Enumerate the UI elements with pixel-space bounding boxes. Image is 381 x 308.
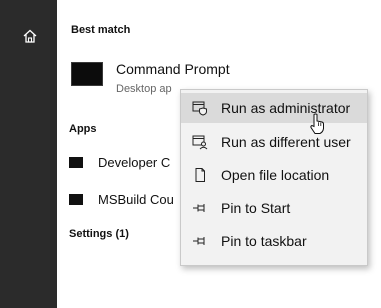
menu-item-label: Run as administrator — [221, 100, 351, 116]
app-result-label: MSBuild Cou — [98, 192, 174, 207]
terminal-icon — [69, 194, 83, 205]
pin-icon — [193, 204, 205, 212]
menu-item-run-as-administrator[interactable]: Run as administrator — [181, 93, 367, 123]
best-match-app-name: Command Prompt — [116, 61, 230, 77]
command-prompt-icon — [71, 62, 103, 86]
menu-item-label: Open file location — [221, 167, 330, 183]
best-match-heading: Best match — [71, 24, 131, 36]
menu-item-pin-to-start[interactable]: Pin to Start — [181, 193, 367, 223]
app-result-label: Developer C — [98, 155, 171, 170]
menu-item-label: Pin to Start — [221, 200, 291, 216]
best-match-app-type: Desktop ap — [116, 83, 172, 95]
terminal-icon — [69, 157, 83, 168]
menu-item-label: Pin to taskbar — [221, 233, 307, 249]
start-rail — [0, 0, 57, 308]
user-window-icon — [192, 135, 208, 150]
menu-item-run-as-different-user[interactable]: Run as different user — [181, 127, 367, 157]
settings-heading[interactable]: Settings (1) — [69, 228, 129, 240]
shield-window-icon — [192, 101, 207, 116]
file-icon — [195, 168, 205, 182]
menu-item-open-file-location[interactable]: Open file location — [181, 160, 367, 190]
mouse-cursor-icon — [310, 113, 324, 134]
context-menu: Run as administrator Run as different us… — [180, 89, 368, 266]
menu-item-label: Run as different user — [221, 134, 351, 150]
menu-item-pin-to-taskbar[interactable]: Pin to taskbar — [181, 226, 367, 256]
home-icon[interactable] — [22, 28, 38, 44]
pin-icon — [193, 237, 205, 245]
apps-heading: Apps — [69, 123, 97, 135]
